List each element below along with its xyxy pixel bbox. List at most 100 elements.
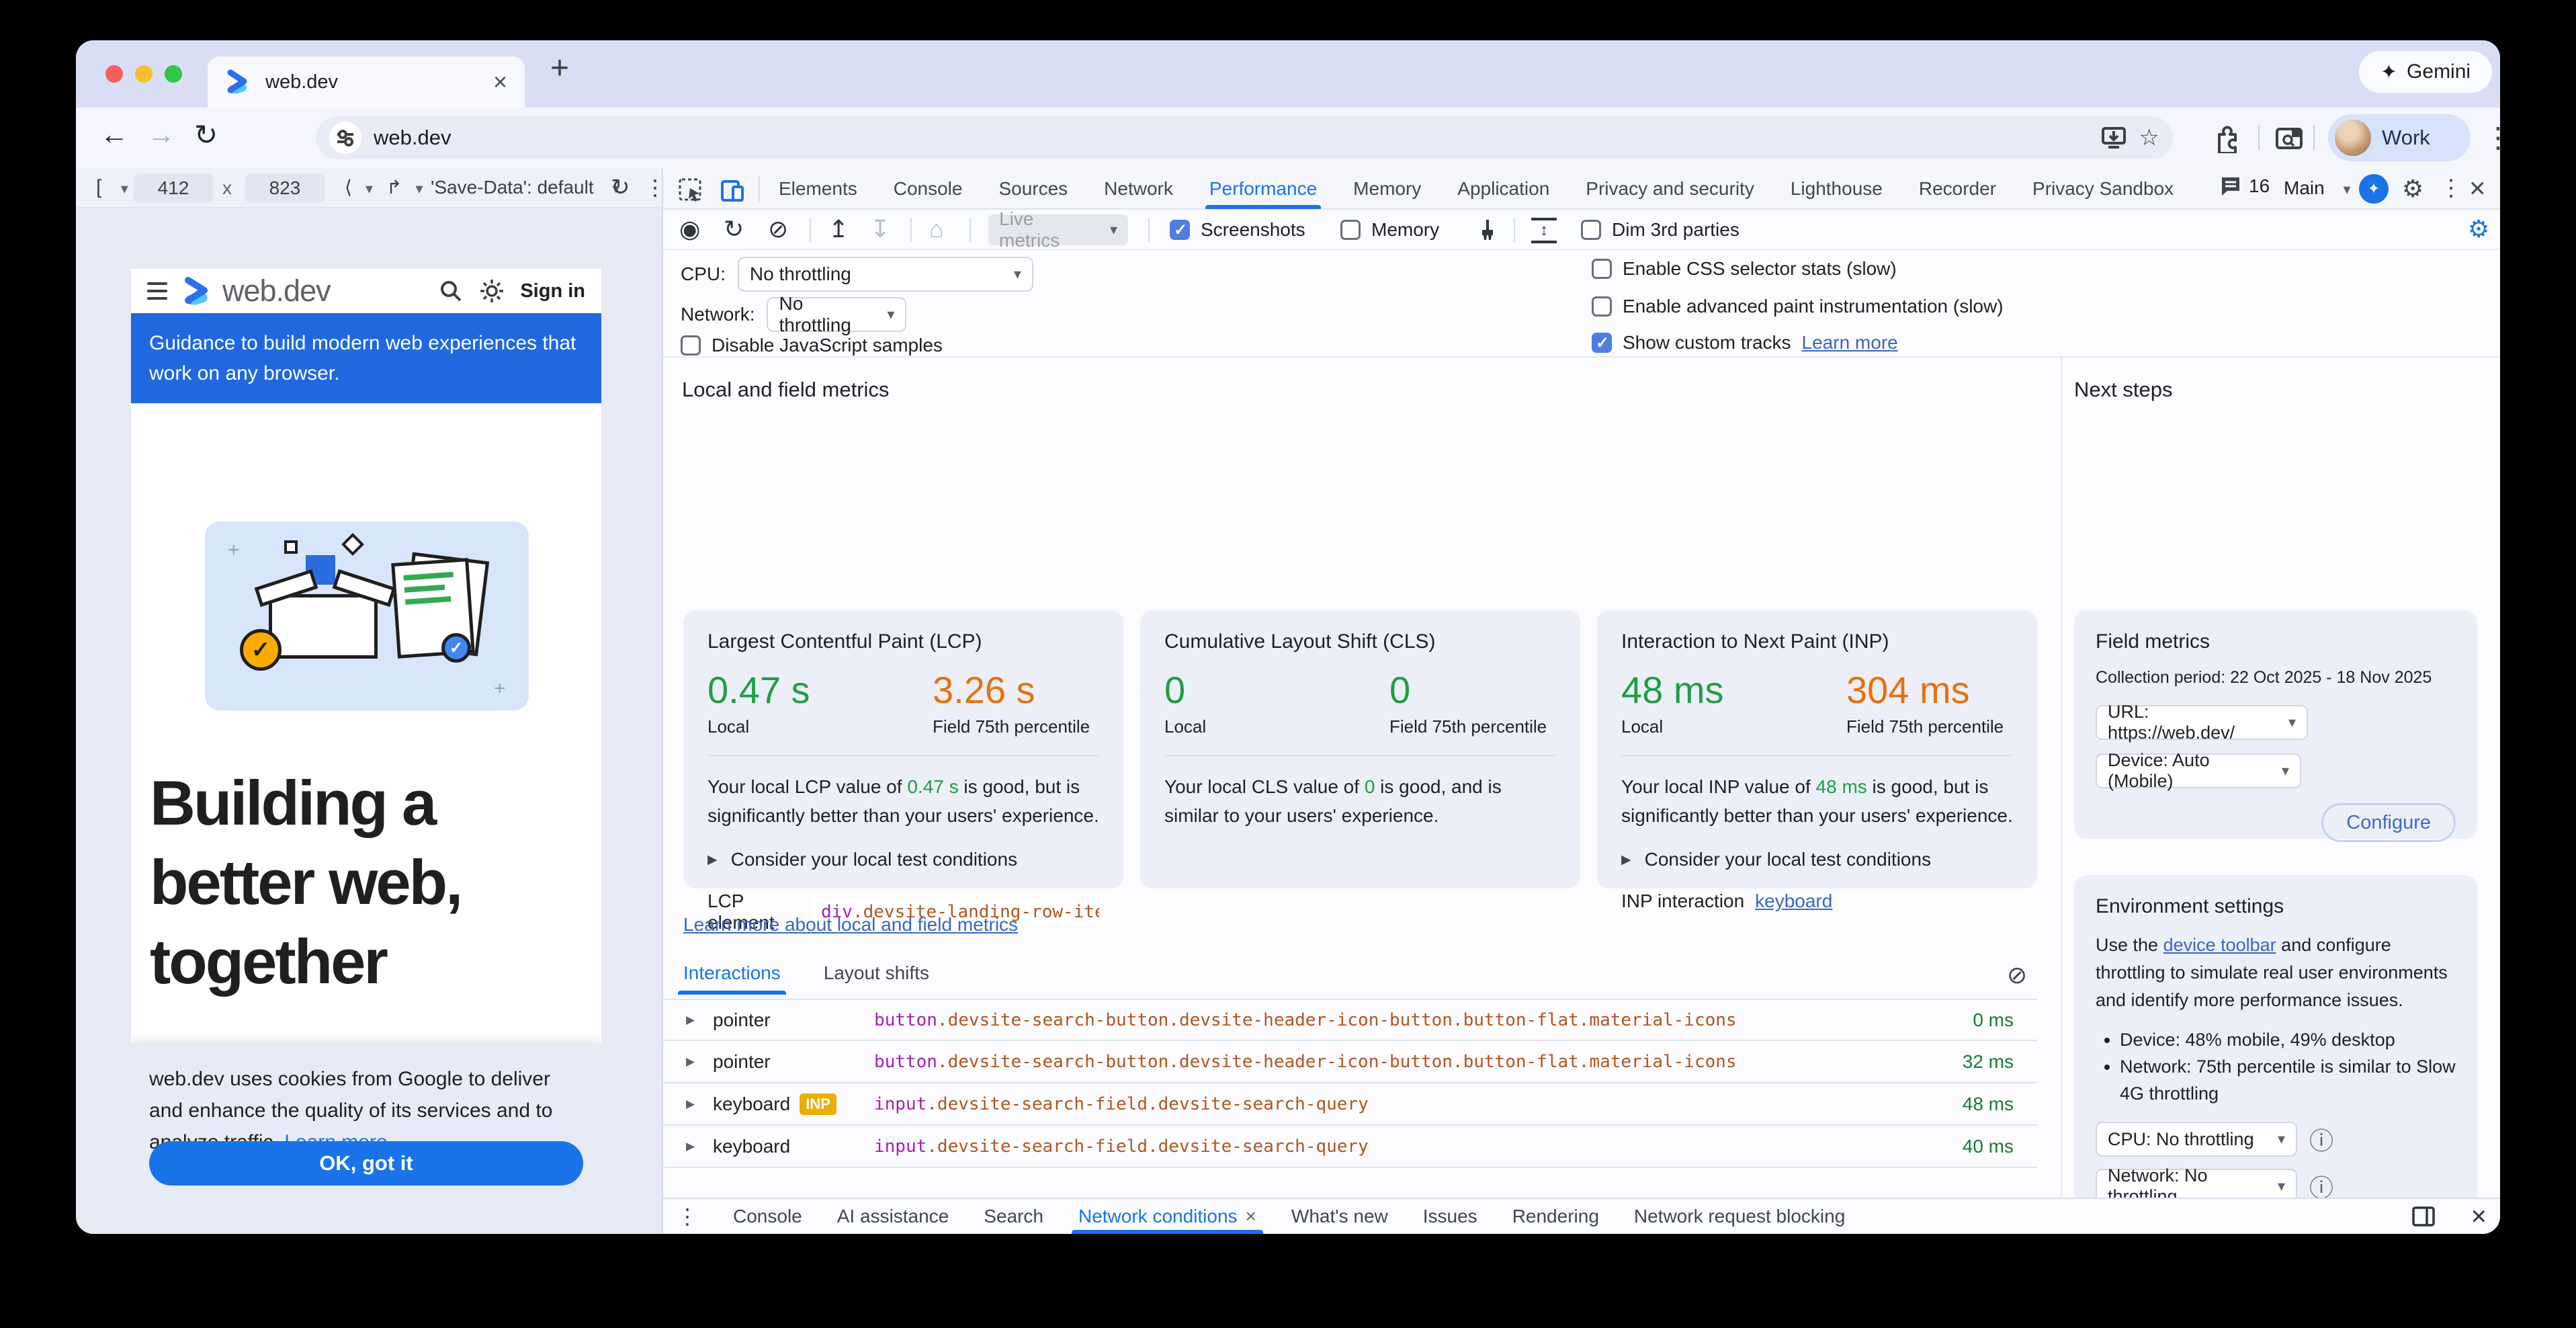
dimensions-dropdown[interactable]: [ ▾	[96, 176, 128, 199]
gemini-button[interactable]: ✦ Gemini	[2359, 51, 2492, 93]
tab-close-icon[interactable]: ×	[493, 68, 507, 96]
css-selector-stats-checkbox[interactable]: Enable CSS selector stats (slow)	[1592, 258, 1897, 280]
paint-instrumentation-checkbox[interactable]: Enable advanced paint instrumentation (s…	[1592, 296, 2004, 317]
row-expand-icon[interactable]: ▶	[686, 1097, 713, 1111]
bookmark-star-icon[interactable]: ☆	[2139, 124, 2159, 151]
live-metrics-home-icon[interactable]: ⌂	[929, 215, 944, 243]
orientation-dropdown[interactable]: ↱▾	[386, 176, 423, 198]
inp-interaction-link[interactable]: keyboard	[1755, 890, 1832, 912]
forward-button[interactable]: →	[147, 118, 175, 151]
tab-privacy-sandbox[interactable]: Privacy Sandbox	[2032, 169, 2174, 209]
target-dropdown[interactable]: Main ▾	[2284, 177, 2351, 199]
row-expand-icon[interactable]: ▶	[686, 1055, 713, 1069]
extensions-icon[interactable]	[2213, 124, 2242, 153]
device-toolbar-link[interactable]: device toolbar	[2163, 935, 2276, 955]
traffic-light-minimize-icon[interactable]	[135, 65, 153, 83]
browser-tab[interactable]: web.dev ×	[208, 56, 525, 108]
inp-consider-disclosure[interactable]: ▶ Consider your local test conditions	[1621, 849, 2013, 870]
side-panel-search-icon[interactable]	[2274, 124, 2304, 153]
tab-application[interactable]: Application	[1457, 169, 1549, 209]
lcp-consider-disclosure[interactable]: ▶ Consider your local test conditions	[707, 849, 1099, 870]
custom-tracks-learn-more-link[interactable]: Learn more	[1802, 332, 1898, 354]
tab-network[interactable]: Network	[1104, 169, 1173, 209]
browser-menu-kebab-icon[interactable]: ⋮	[2484, 121, 2500, 154]
theme-toggle-icon[interactable]	[478, 278, 505, 304]
interaction-row[interactable]: ▶ pointer button.devsite-search-button.d…	[663, 1041, 2038, 1083]
row-expand-icon[interactable]: ▶	[686, 1140, 713, 1153]
zoom-dropdown[interactable]: ⟨▾	[345, 176, 373, 198]
traffic-light-zoom-icon[interactable]	[165, 65, 182, 83]
interaction-row[interactable]: ▶ pointer button.devsite-search-button.d…	[663, 999, 2038, 1041]
drawer-tab-issues[interactable]: Issues	[1423, 1199, 1477, 1234]
back-button[interactable]: ←	[100, 118, 128, 151]
tab-sources[interactable]: Sources	[998, 169, 1068, 209]
field-device-select[interactable]: Device: Auto (Mobile)▾	[2096, 753, 2301, 788]
reload-button[interactable]: ↻	[194, 118, 218, 151]
disable-js-samples-checkbox[interactable]: Disable JavaScript samples	[681, 335, 943, 356]
device-height-input[interactable]: 823	[245, 173, 325, 203]
row-expand-icon[interactable]: ▶	[686, 1013, 713, 1027]
history-dropdown[interactable]: Live metrics▾	[988, 214, 1128, 245]
tab-layout-shifts[interactable]: Layout shifts	[824, 962, 929, 995]
interaction-row[interactable]: ▶ keyboardINP input.devsite-search-field…	[663, 1083, 2038, 1126]
memory-checkbox[interactable]: Memory	[1340, 219, 1439, 241]
cpu-info-icon[interactable]: ⓘ	[2309, 1122, 2333, 1157]
save-data-dropdown[interactable]: 'Save-Data': default ▾	[431, 177, 619, 198]
tab-recorder[interactable]: Recorder	[1919, 169, 1996, 209]
clear-icon[interactable]: ⊘	[768, 215, 788, 243]
address-bar[interactable]: web.dev ☆	[316, 116, 2173, 159]
tab-privacy-security[interactable]: Privacy and security	[1586, 169, 1754, 209]
interaction-row[interactable]: ▶ keyboard input.devsite-search-field.de…	[663, 1126, 2038, 1168]
record-icon[interactable]: ◉	[679, 215, 700, 243]
cookie-ok-button[interactable]: OK, got it	[149, 1141, 583, 1186]
drawer-tab-close-icon[interactable]: ×	[1246, 1206, 1256, 1227]
site-search-icon[interactable]	[438, 278, 464, 304]
drawer-tab-console[interactable]: Console	[733, 1199, 802, 1234]
issues-counter[interactable]: 16	[2219, 175, 2270, 198]
drawer-tab-search[interactable]: Search	[984, 1199, 1043, 1234]
rotate-device-icon[interactable]: ↻	[611, 174, 630, 201]
screenshots-checkbox[interactable]: Screenshots	[1170, 219, 1305, 241]
env-cpu-select[interactable]: CPU: No throttling▾	[2096, 1122, 2297, 1157]
env-network-select[interactable]: Network: No throttling▾	[2096, 1169, 2297, 1198]
device-width-input[interactable]: 412	[134, 173, 213, 203]
clear-interactions-icon[interactable]: ⊘	[2007, 961, 2027, 989]
inspect-element-icon[interactable]	[678, 177, 703, 203]
tab-lighthouse[interactable]: Lighthouse	[1791, 169, 1883, 209]
sign-in-button[interactable]: Sign in	[520, 280, 585, 302]
cpu-throttling-select[interactable]: No throttling▾	[738, 257, 1033, 292]
tab-console[interactable]: Console	[894, 169, 963, 209]
configure-button[interactable]: Configure	[2321, 803, 2456, 842]
network-throttling-select[interactable]: No throttling▾	[767, 297, 906, 332]
drawer-tab-ai-assistance[interactable]: AI assistance	[837, 1199, 949, 1234]
metrics-learn-more-link[interactable]: Learn more about local and field metrics	[683, 914, 1018, 936]
hamburger-menu-icon[interactable]	[147, 282, 167, 300]
record-reload-icon[interactable]: ↻	[724, 215, 744, 243]
save-profile-icon[interactable]: ↧	[870, 215, 890, 243]
profile-chip[interactable]: Work	[2328, 114, 2471, 161]
dim-3rd-parties-checkbox[interactable]: Dim 3rd parties	[1581, 219, 1740, 241]
drawer-tab-rendering[interactable]: Rendering	[1512, 1199, 1599, 1234]
url-text[interactable]: web.dev	[374, 126, 2088, 150]
drawer-kebab-icon[interactable]: ⋮	[677, 1204, 698, 1229]
install-icon[interactable]	[2100, 124, 2127, 151]
site-settings-icon[interactable]	[329, 122, 361, 154]
tab-elements[interactable]: Elements	[779, 169, 857, 209]
site-logo[interactable]: web.dev	[182, 274, 331, 308]
load-profile-icon[interactable]: ↥	[828, 215, 849, 243]
drawer-tab-whats-new[interactable]: What's new	[1291, 1199, 1388, 1234]
devtools-settings-gear-icon[interactable]: ⚙	[2402, 175, 2423, 203]
devtools-kebab-icon[interactable]: ⋮	[2440, 175, 2462, 202]
tab-interactions[interactable]: Interactions	[683, 962, 781, 995]
drawer-close-icon[interactable]: ×	[2471, 1202, 2487, 1232]
traffic-light-close-icon[interactable]	[105, 65, 123, 83]
devtools-close-icon[interactable]: ×	[2469, 172, 2486, 204]
tab-memory[interactable]: Memory	[1353, 169, 1421, 209]
tab-performance[interactable]: Performance	[1209, 169, 1317, 209]
network-info-icon[interactable]: ⓘ	[2309, 1169, 2333, 1198]
show-custom-tracks-checkbox[interactable]: Show custom tracks Learn more	[1592, 332, 1898, 354]
field-url-select[interactable]: URL: https://web.dev/▾	[2096, 705, 2308, 740]
collapse-tracks-icon[interactable]: ↕	[1531, 218, 1557, 243]
drawer-tab-network-request-blocking[interactable]: Network request blocking	[1634, 1199, 1845, 1234]
drawer-layout-icon[interactable]	[2411, 1204, 2436, 1229]
